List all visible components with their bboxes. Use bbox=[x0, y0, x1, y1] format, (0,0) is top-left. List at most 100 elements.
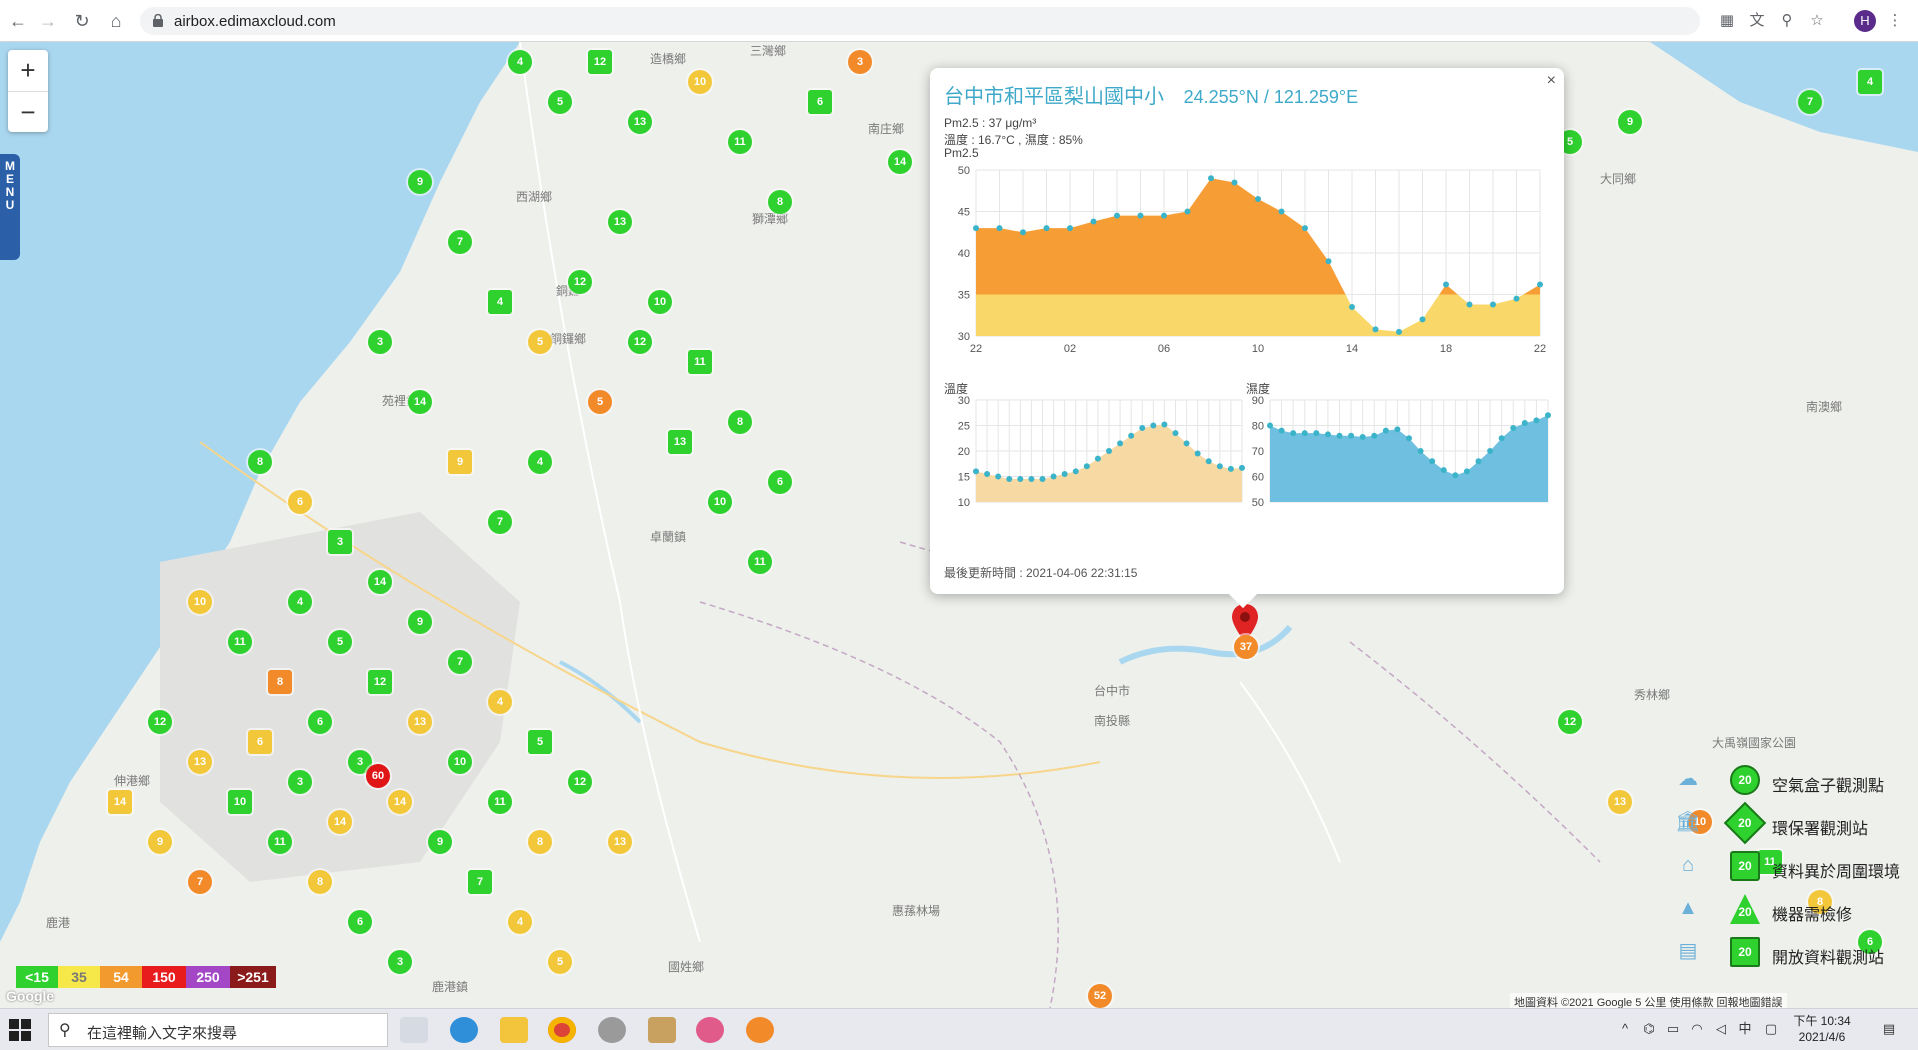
file-explorer-icon[interactable] bbox=[500, 1017, 528, 1043]
sensor-marker[interactable]: 6 bbox=[248, 730, 272, 754]
data-point[interactable] bbox=[1194, 450, 1201, 457]
sensor-marker[interactable]: 5 bbox=[328, 630, 352, 654]
data-point[interactable] bbox=[1020, 229, 1026, 236]
sensor-marker[interactable]: 4 bbox=[288, 590, 312, 614]
sensor-marker[interactable]: 8 bbox=[308, 870, 332, 894]
sensor-marker[interactable]: 9 bbox=[408, 170, 432, 194]
sensor-marker[interactable]: 4 bbox=[488, 690, 512, 714]
data-point[interactable] bbox=[1371, 432, 1378, 439]
sensor-marker[interactable]: 9 bbox=[408, 610, 432, 634]
sensor-marker[interactable]: 11 bbox=[488, 790, 512, 814]
sensor-marker[interactable]: 7 bbox=[1798, 90, 1822, 114]
sensor-marker[interactable]: 6 bbox=[288, 490, 312, 514]
data-point[interactable] bbox=[1183, 440, 1190, 447]
sensor-marker[interactable]: 9 bbox=[428, 830, 452, 854]
sensor-marker[interactable]: 13 bbox=[608, 830, 632, 854]
sensor-marker[interactable]: 12 bbox=[588, 50, 612, 74]
sensor-marker[interactable]: 8 bbox=[768, 190, 792, 214]
home-icon[interactable]: ⌂ bbox=[104, 9, 128, 33]
taskbar-search[interactable]: ⚲ 在這裡輸入文字來搜尋 bbox=[48, 1013, 388, 1047]
zoom-icon[interactable]: ⚲ bbox=[1776, 10, 1798, 32]
wifi-icon[interactable]: ◠ bbox=[1688, 1020, 1706, 1038]
app-icon[interactable] bbox=[746, 1017, 774, 1043]
translate-icon[interactable]: 文 bbox=[1746, 10, 1768, 32]
sensor-marker[interactable]: 8 bbox=[268, 670, 292, 694]
data-point[interactable] bbox=[1545, 412, 1551, 419]
app-icon[interactable] bbox=[648, 1017, 676, 1043]
data-point[interactable] bbox=[1406, 435, 1412, 442]
data-point[interactable] bbox=[1067, 225, 1073, 232]
data-point[interactable] bbox=[1216, 463, 1223, 470]
sensor-marker[interactable]: 9 bbox=[1618, 110, 1642, 134]
sensor-marker[interactable]: 9 bbox=[448, 450, 472, 474]
data-point[interactable] bbox=[1094, 455, 1101, 462]
task-view-icon[interactable] bbox=[400, 1017, 428, 1043]
app-icon[interactable] bbox=[598, 1017, 626, 1043]
sensor-marker[interactable]: 10 bbox=[228, 790, 252, 814]
zoom-out-button[interactable]: − bbox=[8, 92, 48, 133]
windows-start-icon[interactable] bbox=[8, 1018, 32, 1042]
clock-time[interactable]: 下午 10:34 bbox=[1792, 1012, 1852, 1029]
data-point[interactable] bbox=[1267, 422, 1273, 429]
data-point[interactable] bbox=[1114, 212, 1120, 219]
sensor-marker[interactable]: 11 bbox=[268, 830, 292, 854]
sensor-marker[interactable]: 10 bbox=[648, 290, 672, 314]
sensor-marker[interactable]: 3 bbox=[388, 950, 412, 974]
sensor-marker[interactable]: 4 bbox=[528, 450, 552, 474]
battery-icon[interactable]: ▭ bbox=[1664, 1020, 1682, 1038]
data-point[interactable] bbox=[1290, 430, 1297, 437]
data-point[interactable] bbox=[1106, 448, 1112, 454]
data-point[interactable] bbox=[973, 225, 979, 232]
sensor-marker[interactable]: 7 bbox=[188, 870, 212, 894]
sensor-marker[interactable]: 12 bbox=[628, 330, 652, 354]
sensor-marker[interactable]: 12 bbox=[568, 270, 592, 294]
data-point[interactable] bbox=[1161, 421, 1168, 428]
sensor-marker[interactable]: 14 bbox=[108, 790, 132, 814]
sensor-marker[interactable]: 5 bbox=[548, 90, 572, 114]
chrome-icon[interactable] bbox=[548, 1017, 576, 1043]
data-point[interactable] bbox=[996, 225, 1003, 232]
data-point[interactable] bbox=[1521, 419, 1528, 426]
data-point[interactable] bbox=[1429, 458, 1436, 465]
data-point[interactable] bbox=[1537, 281, 1543, 288]
sensor-marker[interactable]: 3 bbox=[368, 330, 392, 354]
data-point[interactable] bbox=[1443, 281, 1449, 288]
data-point[interactable] bbox=[1325, 258, 1332, 265]
data-point[interactable] bbox=[1172, 430, 1179, 437]
data-point[interactable] bbox=[1227, 465, 1234, 472]
data-point[interactable] bbox=[1017, 476, 1024, 483]
data-point[interactable] bbox=[1440, 467, 1447, 474]
sensor-marker[interactable]: 8 bbox=[728, 410, 752, 434]
data-point[interactable] bbox=[1349, 303, 1355, 310]
notification-icon[interactable]: ▤ bbox=[1880, 1020, 1898, 1038]
sensor-marker[interactable]: 11 bbox=[748, 550, 772, 574]
more-icon[interactable]: ⋮ bbox=[1884, 10, 1906, 32]
sensor-marker[interactable]: 4 bbox=[1858, 70, 1882, 94]
sensor-marker[interactable]: 10 bbox=[688, 70, 712, 94]
sensor-marker[interactable]: 13 bbox=[668, 430, 692, 454]
data-point[interactable] bbox=[1184, 208, 1191, 215]
data-point[interactable] bbox=[1490, 301, 1496, 308]
data-point[interactable] bbox=[1302, 225, 1308, 232]
back-icon[interactable]: ← bbox=[6, 9, 30, 33]
app-icon[interactable] bbox=[696, 1017, 724, 1043]
tray-expand-icon[interactable]: ^ bbox=[1616, 1020, 1634, 1038]
data-point[interactable] bbox=[984, 470, 991, 477]
data-point[interactable] bbox=[1475, 458, 1482, 465]
sensor-marker[interactable]: 11 bbox=[688, 350, 712, 374]
data-point[interactable] bbox=[1006, 476, 1013, 483]
sensor-marker[interactable]: 14 bbox=[888, 150, 912, 174]
data-point[interactable] bbox=[1039, 476, 1046, 483]
sensor-marker[interactable]: 13 bbox=[188, 750, 212, 774]
sensor-marker[interactable]: 13 bbox=[1608, 790, 1632, 814]
avatar[interactable]: H bbox=[1854, 10, 1876, 32]
reload-icon[interactable]: ↻ bbox=[70, 9, 94, 33]
data-point[interactable] bbox=[1072, 468, 1079, 475]
data-point[interactable] bbox=[1150, 422, 1157, 429]
data-point[interactable] bbox=[1359, 433, 1366, 440]
sensor-marker[interactable]: 11 bbox=[728, 130, 752, 154]
sensor-marker[interactable]: 5 bbox=[528, 730, 552, 754]
sensor-marker[interactable]: 3 bbox=[328, 530, 352, 554]
data-point[interactable] bbox=[1452, 472, 1459, 479]
data-point[interactable] bbox=[995, 473, 1002, 480]
